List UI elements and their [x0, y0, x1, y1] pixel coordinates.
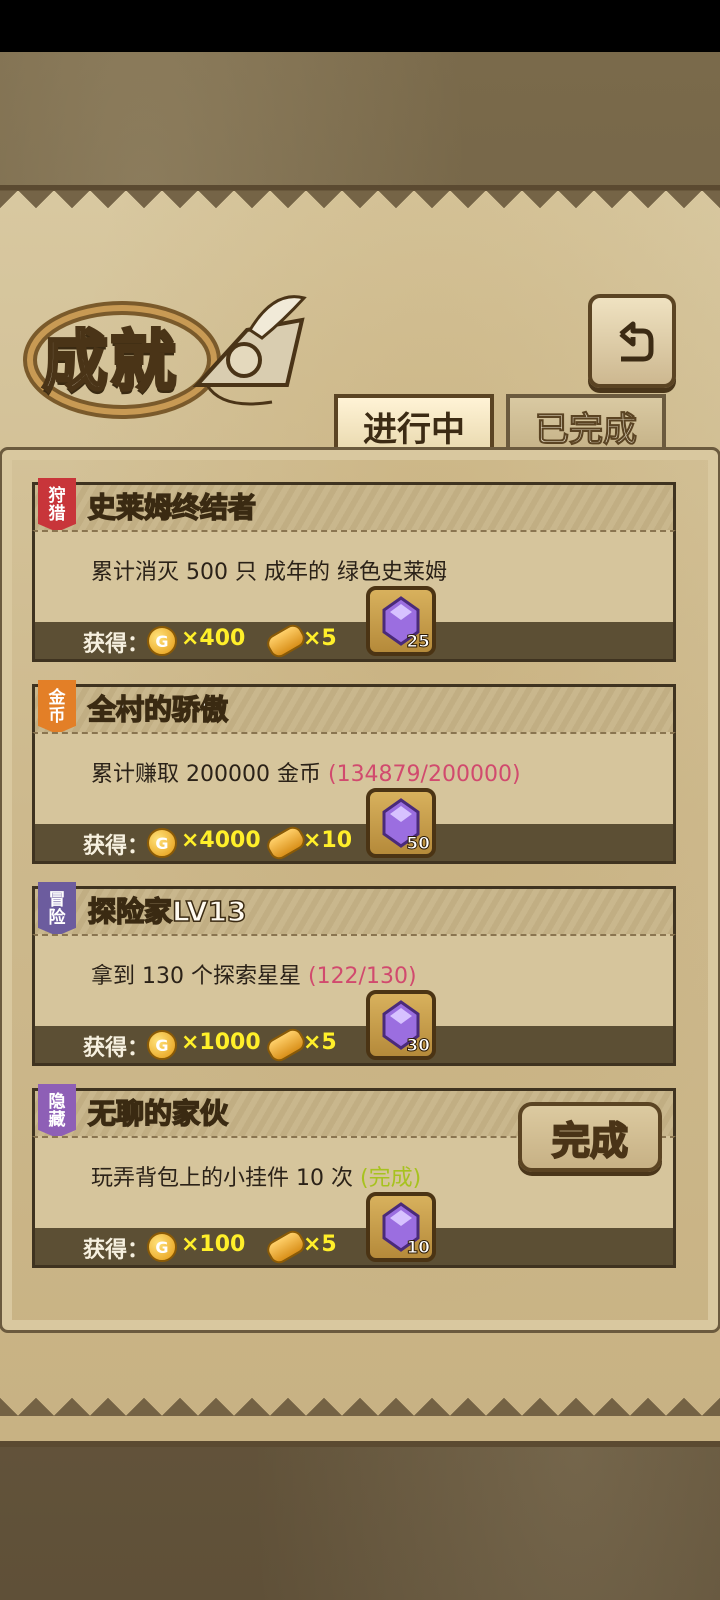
gold-coin-icon: G	[147, 626, 177, 656]
progress-text: (134879/200000)	[327, 762, 521, 787]
reward-label: 获得：	[83, 1036, 150, 1061]
gold-reward: ×1000	[181, 1030, 261, 1055]
achievement-title: 无聊的家伙	[87, 1096, 229, 1131]
reward-bar: 获得： G ×1000 ×5	[32, 1025, 676, 1066]
achievement-card: 冒 险 探险家LV13 拿到 130 个探索星星 (122/130) 获得： G…	[32, 882, 676, 1074]
card-body: 累计赚取 200000 金币 (134879/200000)	[32, 732, 676, 824]
badge-text: 险	[48, 908, 66, 928]
bread-reward: ×5	[303, 1030, 337, 1055]
bread-reward: ×10	[303, 828, 353, 853]
bread-icon	[263, 1227, 309, 1267]
tab-in-progress[interactable]: 进行中	[334, 394, 494, 458]
progress-text: (完成)	[359, 1166, 422, 1191]
status-bar	[0, 0, 720, 52]
achievement-title: 全村的骄傲	[87, 692, 229, 727]
reward-bar: 获得： G ×4000 ×10	[32, 823, 676, 864]
gold-reward: ×100	[181, 1232, 246, 1257]
card-body: 累计消灭 500 只 成年的 绿色史莱姆	[32, 530, 676, 622]
category-badge: 金 币	[38, 680, 76, 734]
gem-count: 50	[406, 834, 431, 855]
gold-reward: ×4000	[181, 828, 261, 853]
achievement-card: 狩 猎 史莱姆终结者 累计消灭 500 只 成年的 绿色史莱姆 获得： G ×4…	[32, 478, 676, 670]
gem-reward: 10	[366, 1192, 436, 1262]
category-badge: 冒 险	[38, 882, 76, 936]
badge-text: 狩	[48, 486, 66, 506]
zigzag-border-top	[0, 190, 720, 226]
achievement-description: 拿到 130 个探索星星 (122/130)	[91, 958, 417, 990]
gem-reward: 30	[366, 990, 436, 1060]
description-text: 拿到 130 个探索星星	[91, 964, 301, 989]
tab-completed[interactable]: 已完成	[506, 394, 666, 458]
claim-complete-button[interactable]: 完成	[518, 1102, 662, 1172]
reward-label: 获得：	[83, 632, 150, 657]
gem-count: 10	[406, 1238, 431, 1259]
bread-icon	[263, 823, 309, 863]
description-text: 累计赚取 200000 金币	[91, 762, 321, 787]
page-title: 成就	[41, 322, 178, 402]
achievement-title: 探险家LV13	[87, 894, 247, 929]
bread-icon	[263, 1025, 309, 1065]
achievement-card: 金 币 全村的骄傲 累计赚取 200000 金币 (134879/200000)…	[32, 680, 676, 872]
badge-text: 隐	[48, 1092, 66, 1112]
category-badge: 狩 猎	[38, 478, 76, 532]
reward-label: 获得：	[83, 1238, 150, 1263]
gold-reward: ×400	[181, 626, 246, 651]
back-button[interactable]	[588, 294, 676, 388]
achievement-description: 累计消灭 500 只 成年的 绿色史莱姆	[91, 554, 447, 586]
gem-reward: 25	[366, 586, 436, 656]
gem-count: 25	[406, 632, 431, 653]
achievement-title: 史莱姆终结者	[87, 490, 257, 525]
bread-reward: ×5	[303, 1232, 337, 1257]
gem-count: 30	[406, 1036, 431, 1057]
reward-bar: 获得： G ×100 ×5	[32, 1227, 676, 1268]
reward-label: 获得：	[83, 834, 150, 859]
badge-text: 币	[48, 706, 66, 726]
description-text: 累计消灭 500 只 成年的 绿色史莱姆	[91, 560, 447, 585]
achievement-description: 玩弄背包上的小挂件 10 次 (完成)	[91, 1160, 421, 1192]
progress-text: (122/130)	[307, 964, 417, 989]
badge-text: 金	[48, 688, 66, 708]
card-body: 拿到 130 个探索星星 (122/130)	[32, 934, 676, 1026]
zigzag-border-bottom	[0, 1380, 720, 1416]
badge-text: 冒	[48, 890, 66, 910]
bread-reward: ×5	[303, 626, 337, 651]
gold-coin-icon: G	[147, 1232, 177, 1262]
gem-reward: 50	[366, 788, 436, 858]
description-text: 玩弄背包上的小挂件 10 次	[91, 1166, 353, 1191]
reward-bar: 获得： G ×400 ×5	[32, 621, 676, 662]
badge-text: 藏	[48, 1110, 66, 1130]
bread-icon	[263, 621, 309, 661]
badge-text: 猎	[48, 504, 66, 524]
gold-coin-icon: G	[147, 1030, 177, 1060]
gold-coin-icon: G	[147, 828, 177, 858]
category-badge: 隐 藏	[38, 1084, 76, 1138]
achievement-description: 累计赚取 200000 金币 (134879/200000)	[91, 756, 521, 788]
back-arrow-icon	[619, 321, 654, 362]
